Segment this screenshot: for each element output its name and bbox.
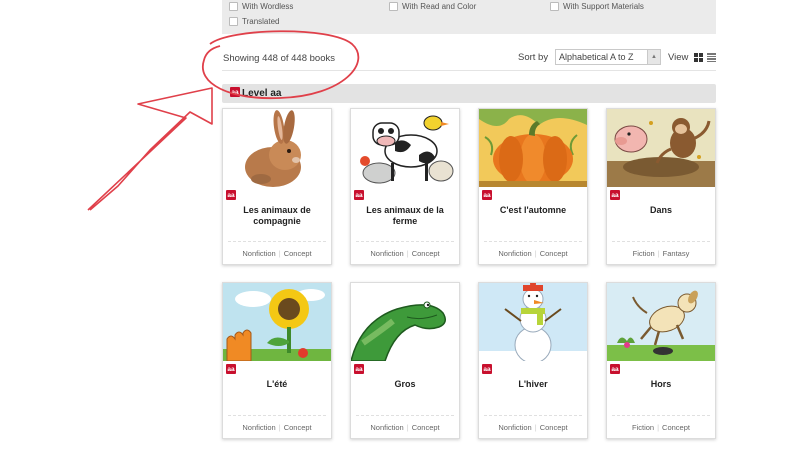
genre-tag[interactable]: Nonfiction (498, 249, 531, 258)
subgenre-tag[interactable]: Fantasy (663, 249, 690, 258)
book-card[interactable]: aa C'est l'automne Nonfiction | Concept (478, 108, 588, 265)
book-tags: Nonfiction | Concept (498, 249, 568, 258)
book-cover-snowman[interactable] (479, 283, 587, 361)
book-tags: Nonfiction | Concept (370, 423, 440, 432)
book-tags: Nonfiction | Concept (242, 249, 312, 258)
sort-label: Sort by (518, 52, 549, 63)
subgenre-tag[interactable]: Concept (662, 423, 690, 432)
filter-with-support-materials[interactable]: With Support Materials (550, 2, 644, 11)
divider (612, 415, 710, 416)
grid-view-icon[interactable] (694, 53, 703, 62)
level-badge: aa (230, 87, 240, 97)
checkbox[interactable] (229, 17, 238, 26)
filter-label: With Read and Color (402, 2, 477, 11)
book-cover-rabbit[interactable] (223, 109, 331, 187)
book-card[interactable]: aa L'été Nonfiction | Concept (222, 282, 332, 439)
subgenre-tag[interactable]: Concept (540, 423, 568, 432)
book-cover-jumping-dog[interactable] (607, 283, 715, 361)
book-card[interactable]: aa Les animaux de compagnie Nonfiction | C… (222, 108, 332, 265)
chevron-down-icon[interactable]: ▲︎ (647, 50, 660, 64)
book-tags: Fiction | Concept (632, 423, 690, 432)
book-card[interactable]: aa Hors Fiction | Concept (606, 282, 716, 439)
book-tags: Nonfiction | Concept (498, 423, 568, 432)
level-badge: aa (354, 190, 364, 200)
book-tags: Nonfiction | Concept (370, 249, 440, 258)
level-title: Level aa (242, 88, 282, 99)
book-title[interactable]: Les animaux de la ferme (357, 205, 453, 227)
book-title[interactable]: Gros (357, 379, 453, 390)
genre-tag[interactable]: Nonfiction (242, 249, 275, 258)
sort-select[interactable]: Alphabetical A to Z ▲︎ (555, 49, 661, 65)
annotation-arrow (87, 87, 213, 211)
level-badge: aa (610, 190, 620, 200)
sort-value: Alphabetical A to Z (559, 52, 634, 62)
divider (228, 415, 326, 416)
book-card[interactable]: aa Gros Nonfiction | Concept (350, 282, 460, 439)
book-title[interactable]: Les animaux de compagnie (229, 205, 325, 227)
subgenre-tag[interactable]: Concept (284, 423, 312, 432)
divider (356, 415, 454, 416)
checkbox[interactable] (229, 2, 238, 11)
book-title[interactable]: C'est l'automne (485, 205, 581, 216)
subgenre-tag[interactable]: Concept (412, 423, 440, 432)
divider (484, 415, 582, 416)
result-bar: Showing 448 of 448 books Sort by Alphabe… (222, 44, 716, 71)
book-card[interactable]: aa Dans Fiction | Fantasy (606, 108, 716, 265)
book-card[interactable]: aa L'hiver Nonfiction | Concept (478, 282, 588, 439)
divider (612, 241, 710, 242)
filter-with-wordless[interactable]: With Wordless (229, 2, 293, 11)
checkbox[interactable] (550, 2, 559, 11)
book-cover-pumpkin[interactable] (479, 109, 587, 187)
subgenre-tag[interactable]: Concept (284, 249, 312, 258)
book-cover-pig-and-monkey[interactable] (607, 109, 715, 187)
results-count: Showing 448 of 448 books (223, 53, 335, 64)
book-title[interactable]: L'hiver (485, 379, 581, 390)
genre-tag[interactable]: Fiction (632, 423, 654, 432)
book-tags: Nonfiction | Concept (242, 423, 312, 432)
genre-tag[interactable]: Nonfiction (370, 423, 403, 432)
filter-label: With Support Materials (563, 2, 644, 11)
level-badge: aa (610, 364, 620, 374)
book-title[interactable]: Hors (613, 379, 709, 390)
level-header: aa Level aa (222, 84, 716, 103)
subgenre-tag[interactable]: Concept (540, 249, 568, 258)
book-title[interactable]: Dans (613, 205, 709, 216)
genre-tag[interactable]: Fiction (633, 249, 655, 258)
checkbox[interactable] (389, 2, 398, 11)
level-badge: aa (226, 364, 236, 374)
divider (228, 241, 326, 242)
divider (356, 241, 454, 242)
filter-label: Translated (242, 17, 280, 26)
book-tags: Fiction | Fantasy (632, 249, 690, 258)
book-cover-farm-animals[interactable] (351, 109, 459, 187)
genre-tag[interactable]: Nonfiction (370, 249, 403, 258)
filter-label: With Wordless (242, 2, 294, 11)
book-title[interactable]: L'été (229, 379, 325, 390)
level-badge: aa (482, 190, 492, 200)
filter-translated[interactable]: Translated (229, 17, 280, 26)
genre-tag[interactable]: Nonfiction (242, 423, 275, 432)
filter-panel: With Wordless With Read and Color With S… (222, 0, 716, 34)
level-badge: aa (354, 364, 364, 374)
level-badge: aa (482, 364, 492, 374)
filter-with-read-and-color[interactable]: With Read and Color (389, 2, 476, 11)
list-view-icon[interactable] (707, 53, 716, 62)
subgenre-tag[interactable]: Concept (412, 249, 440, 258)
genre-tag[interactable]: Nonfiction (498, 423, 531, 432)
view-label: View (668, 52, 689, 63)
level-badge: aa (226, 190, 236, 200)
book-cover-sunflower[interactable] (223, 283, 331, 361)
book-card[interactable]: aa Les animaux de la ferme Nonfiction | Co… (350, 108, 460, 265)
divider (484, 241, 582, 242)
book-cover-dinosaur[interactable] (351, 283, 459, 361)
